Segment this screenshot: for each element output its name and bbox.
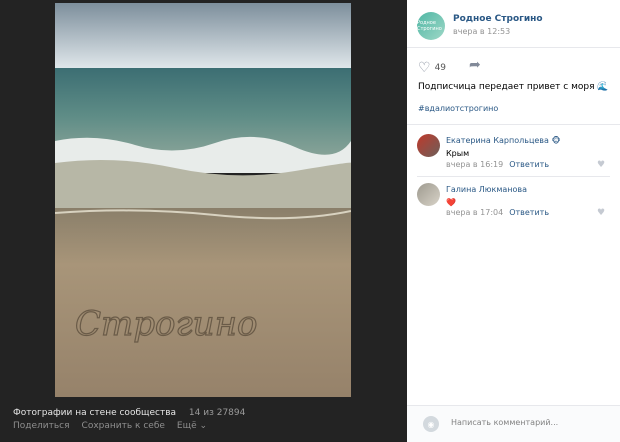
save-link[interactable]: Сохранить к себе	[82, 421, 165, 431]
heart-icon: ♡	[418, 60, 431, 76]
comment: Екатерина Карпольцева 🐵 Крым вчера в 16:…	[417, 134, 607, 174]
camera-icon[interactable]: ◉	[423, 416, 439, 432]
heart-icon[interactable]: ♥	[597, 160, 605, 170]
comment-input[interactable]: Написать комментарий...	[451, 418, 558, 427]
share-icon[interactable]: ➦	[469, 57, 481, 73]
comment-meta: вчера в 16:19 Ответить	[446, 160, 549, 169]
share-link[interactable]: Поделиться	[13, 421, 70, 431]
divider	[407, 124, 620, 125]
group-avatar[interactable]: Родное Строгино	[417, 12, 445, 40]
avatar[interactable]	[417, 134, 440, 157]
group-name[interactable]: Родное Строгино	[453, 14, 543, 24]
comment-text: ❤️	[446, 198, 456, 207]
like-count: 49	[434, 63, 447, 73]
caption-title: Фотографии на стене сообщества	[13, 408, 177, 418]
comment-time[interactable]: вчера в 17:04	[446, 208, 503, 217]
comment-time[interactable]: вчера в 16:19	[446, 160, 503, 169]
post-photo[interactable]: Строгино	[55, 3, 351, 397]
comment-author[interactable]: Екатерина Карпольцева 🐵	[446, 136, 561, 145]
photo-actions: Поделиться Сохранить к себе Ещё ⌄	[13, 421, 207, 431]
more-label: Ещё	[176, 421, 197, 431]
more-link[interactable]: Ещё ⌄	[177, 421, 207, 431]
comment-author[interactable]: Галина Люкманова	[446, 185, 527, 194]
photo-counter: 14 из 27894	[188, 408, 246, 418]
group-avatar-text: Родное Строгино	[417, 20, 442, 32]
comment-meta: вчера в 17:04 Ответить	[446, 208, 549, 217]
photo-caption: Фотографии на стене сообщества 14 из 278…	[13, 408, 245, 418]
comment-composer: ◉ Написать комментарий...	[407, 405, 620, 442]
divider	[417, 176, 610, 177]
sand-writing: Строгино	[75, 304, 257, 344]
reply-link[interactable]: Ответить	[509, 160, 549, 169]
heart-icon[interactable]: ♥	[597, 208, 605, 218]
post-time[interactable]: вчера в 12:53	[453, 27, 510, 36]
beach-photo: Строгино	[55, 3, 351, 397]
reply-link[interactable]: Ответить	[509, 208, 549, 217]
post-sidebar: Родное Строгино Родное Строгино вчера в …	[407, 0, 620, 442]
post-text: Подписчица передает привет с моря 🌊	[418, 82, 609, 92]
like-button[interactable]: ♡ 49	[418, 60, 446, 76]
post-header: Родное Строгино Родное Строгино вчера в …	[407, 0, 620, 48]
comment: Галина Люкманова ❤️ вчера в 17:04 Ответит…	[417, 183, 607, 223]
chevron-down-icon: ⌄	[199, 421, 208, 431]
comment-text: Крым	[446, 149, 470, 158]
avatar[interactable]	[417, 183, 440, 206]
photo-viewer: Строгино Фотографии на стене сообщества …	[0, 0, 407, 441]
hashtag-link[interactable]: #вдалиотстрогино	[418, 104, 498, 113]
